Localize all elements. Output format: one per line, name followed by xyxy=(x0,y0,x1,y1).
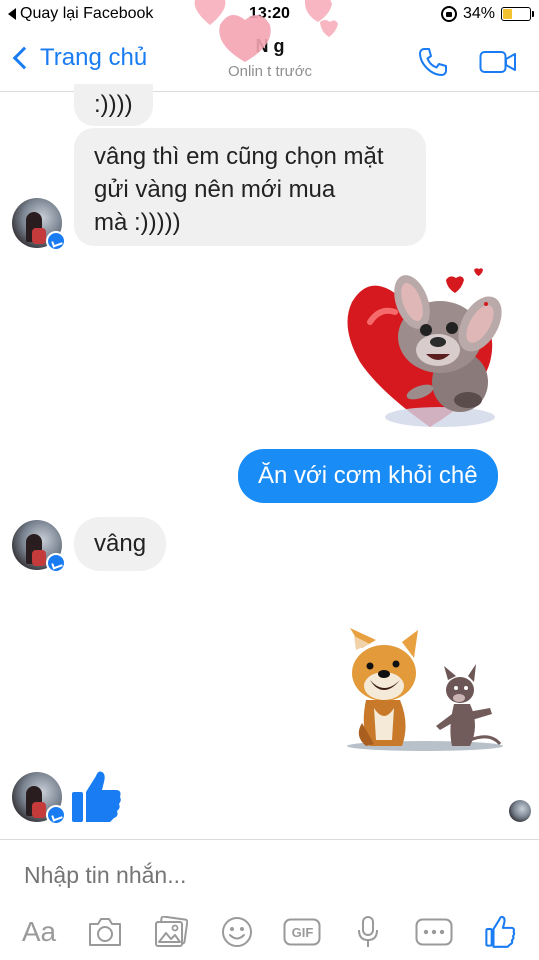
video-call-icon[interactable] xyxy=(479,49,517,75)
presence-status: Onlin t trước xyxy=(227,63,313,80)
gif-label: GIF xyxy=(291,925,314,940)
phone-icon[interactable] xyxy=(417,46,449,78)
message-text-line: gửi vàng nên mới mua xyxy=(94,176,336,203)
camera-button[interactable] xyxy=(83,910,127,954)
gif-button[interactable]: GIF xyxy=(280,910,324,954)
text-format-button[interactable]: Aa xyxy=(17,910,61,954)
message-incoming[interactable]: vâng thì em cũng chọn mặt gửi vàng nên m… xyxy=(74,128,426,246)
battery-percent: 34% xyxy=(462,5,495,22)
dogs-sticker[interactable] xyxy=(340,628,510,754)
contact-info[interactable]: N g Onlin t trước xyxy=(160,36,380,80)
messenger-badge-icon xyxy=(46,231,66,251)
like-button[interactable] xyxy=(478,910,522,954)
message-incoming[interactable]: vâng xyxy=(74,517,167,571)
microphone-icon xyxy=(358,916,379,947)
messenger-badge-icon xyxy=(46,805,66,825)
chat-header: Trang chủ N g Onlin t trước xyxy=(0,30,539,92)
message-composer: Aa xyxy=(0,839,539,960)
like-thumb-icon[interactable] xyxy=(72,770,122,824)
like-thumb-icon xyxy=(485,916,516,948)
call-actions xyxy=(417,46,517,78)
heart-icon xyxy=(446,276,464,293)
more-button[interactable] xyxy=(412,910,456,954)
message-text: :)))) xyxy=(94,91,133,118)
avatar[interactable] xyxy=(12,772,66,825)
messenger-badge-icon xyxy=(46,553,66,573)
avatar[interactable] xyxy=(12,198,66,251)
composer-toolbar: Aa GIF xyxy=(0,908,539,956)
emoji-icon xyxy=(221,917,252,947)
voice-button[interactable] xyxy=(346,910,390,954)
status-bar: Quay lại Facebook 13:20 34% xyxy=(0,0,539,30)
status-right: 34% xyxy=(440,5,534,23)
message-incoming[interactable]: :)))) xyxy=(74,84,153,126)
message-text-line: vâng thì em cũng chọn mặt xyxy=(94,143,384,170)
battery-icon xyxy=(501,7,534,21)
avatar[interactable] xyxy=(12,520,66,573)
message-text: Ăn với cơm khỏi chê xyxy=(258,462,478,489)
message-outgoing[interactable]: Ăn với cơm khỏi chê xyxy=(238,449,498,503)
emoji-button[interactable] xyxy=(215,910,259,954)
back-button[interactable]: Trang chủ xyxy=(10,44,147,72)
lock-rotation-icon xyxy=(440,6,457,22)
message-text: vâng xyxy=(94,530,147,557)
aa-label: Aa xyxy=(21,916,57,947)
chevron-left-icon xyxy=(12,46,36,70)
more-icon xyxy=(415,918,453,946)
gallery-button[interactable] xyxy=(149,910,193,954)
back-label: Trang chủ xyxy=(40,44,148,71)
contact-name: N g xyxy=(255,36,285,56)
gallery-icon xyxy=(154,916,188,947)
heart-icon xyxy=(474,268,483,276)
camera-icon xyxy=(88,918,121,946)
message-input[interactable] xyxy=(24,862,504,889)
seen-indicator-avatar xyxy=(509,800,531,822)
mouse-heart-sticker[interactable] xyxy=(340,262,510,434)
message-text-line: mà :))))) xyxy=(94,209,181,236)
battery-fill xyxy=(503,9,512,19)
